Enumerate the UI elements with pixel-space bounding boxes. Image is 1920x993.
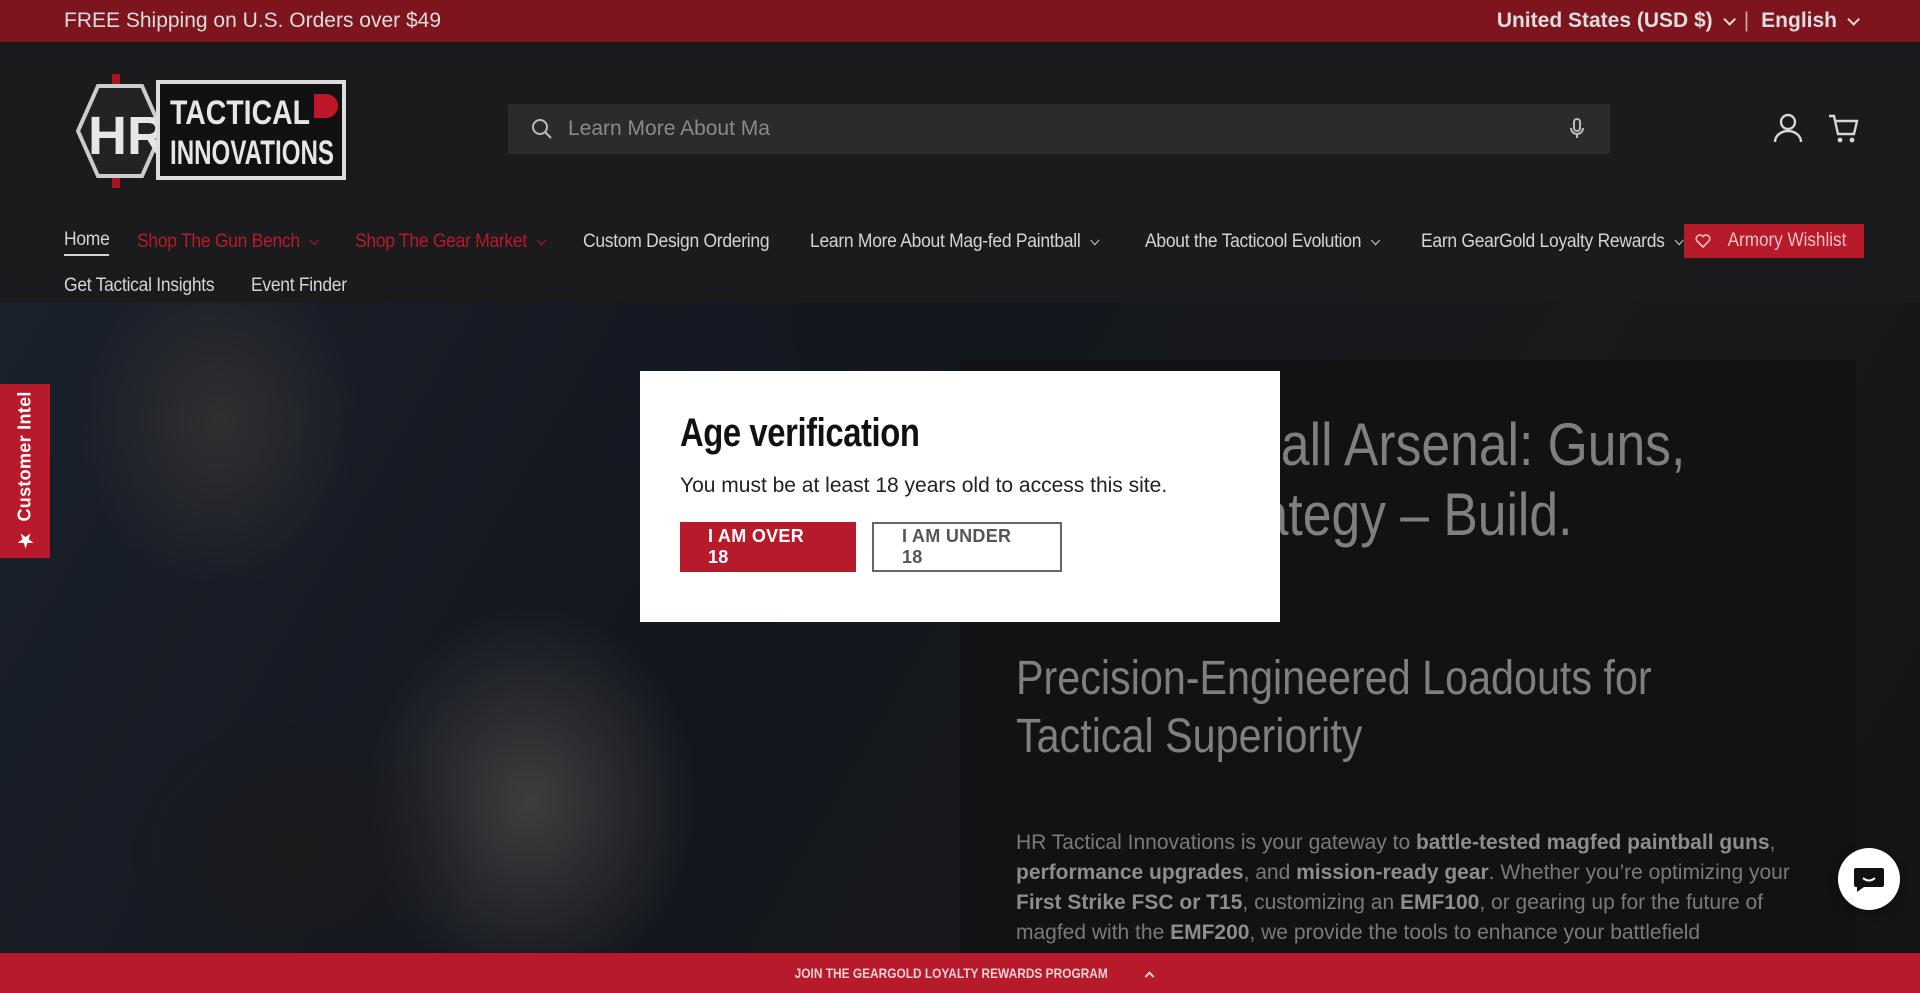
modal-actions: I AM OVER 18 I AM UNDER 18 bbox=[680, 522, 1240, 572]
modal-title: Age verification bbox=[680, 411, 920, 455]
announcement-text: FREE Shipping on U.S. Orders over $49 bbox=[64, 9, 442, 32]
svg-text:INNOVATIONS: INNOVATIONS bbox=[170, 134, 334, 172]
chevron-down-icon bbox=[1722, 12, 1736, 26]
nav-item-home[interactable]: Home bbox=[64, 229, 110, 256]
announcement-bar: FREE Shipping on U.S. Orders over $49 Un… bbox=[0, 0, 1920, 42]
customer-intel-tab[interactable]: ★ Customer Intel bbox=[0, 384, 50, 558]
language-selector[interactable]: English bbox=[1761, 9, 1860, 33]
customer-intel-label: Customer Intel bbox=[14, 391, 35, 522]
nav-item-tacticool[interactable]: About the Tacticool Evolution bbox=[1144, 231, 1380, 253]
loyalty-rewards-bar[interactable]: JOIN THE GEARGOLD LOYALTY REWARDS PROGRA… bbox=[0, 953, 1920, 993]
nav-item-label: Shop The Gear Market bbox=[355, 231, 528, 252]
chevron-down-icon bbox=[310, 234, 320, 245]
hero-body: HR Tactical Innovations is your gateway … bbox=[1016, 828, 1806, 953]
nav-item-label: Event Finder bbox=[251, 275, 348, 296]
modal-message: You must be at least 18 years old to acc… bbox=[680, 474, 1168, 497]
nav-row-primary: Home Shop The Gun Bench Shop The Gear Ma… bbox=[64, 220, 1864, 264]
language-label: English bbox=[1761, 9, 1837, 32]
hero-body-bold: mission-ready gear bbox=[1296, 861, 1489, 884]
hero-body-bold: EMF200 bbox=[1170, 921, 1250, 944]
search-icon bbox=[532, 119, 552, 139]
nav-item-custom-design[interactable]: Custom Design Ordering bbox=[583, 231, 770, 253]
chevron-down-icon bbox=[1370, 234, 1380, 245]
nav-item-label: About the Tacticool Evolution bbox=[1144, 231, 1362, 252]
search-bar[interactable] bbox=[508, 104, 1610, 154]
logo-graphic: HR TACTICAL INNOVATIONS bbox=[75, 74, 346, 188]
chevron-up-icon bbox=[1144, 970, 1155, 981]
hero-body-text: HR Tactical Innovations is your gateway … bbox=[1016, 831, 1416, 854]
nav-item-loyalty[interactable]: Earn GearGold Loyalty Rewards bbox=[1420, 231, 1684, 253]
hero-body-text: , and bbox=[1243, 861, 1297, 884]
svg-text:TACTICAL: TACTICAL bbox=[170, 94, 310, 132]
under-18-button[interactable]: I AM UNDER 18 bbox=[872, 522, 1062, 572]
main-navigation: Home Shop The Gun Bench Shop The Gear Ma… bbox=[64, 220, 1864, 308]
wishlist-label: Armory Wishlist bbox=[1727, 230, 1847, 251]
microphone-icon[interactable] bbox=[1566, 117, 1588, 141]
chevron-down-icon bbox=[1674, 234, 1684, 245]
hero-subtitle: Precision-Engineered Loadouts for Tactic… bbox=[1016, 652, 1652, 763]
chat-icon bbox=[1854, 868, 1884, 892]
nav-item-label: Custom Design Ordering bbox=[583, 231, 770, 252]
nav-item-label: Learn More About Mag-fed Paintball bbox=[809, 231, 1081, 252]
hero-body-bold: EMF100 bbox=[1399, 891, 1480, 914]
star-icon: ★ bbox=[15, 529, 35, 551]
nav-item-event-finder[interactable]: Event Finder bbox=[251, 275, 347, 297]
hero-body-bold: performance upgrades bbox=[1016, 861, 1244, 884]
site-logo[interactable]: HR TACTICAL INNOVATIONS bbox=[74, 72, 349, 190]
site-header: HR TACTICAL INNOVATIONS Home Shop bbox=[0, 42, 1920, 302]
hero-body-bold: First Strike FSC or T15 bbox=[1016, 891, 1243, 914]
nav-item-label: Home bbox=[64, 228, 110, 250]
locale-separator: | bbox=[1743, 9, 1750, 32]
cart-icon[interactable] bbox=[1826, 110, 1862, 146]
nav-item-gear-market[interactable]: Shop The Gear Market bbox=[355, 231, 547, 253]
chevron-down-icon bbox=[1847, 12, 1860, 26]
country-selector[interactable]: United States (USD $) bbox=[1496, 9, 1736, 33]
customer-intel-content: ★ Customer Intel bbox=[14, 391, 36, 551]
nav-item-label: Earn GearGold Loyalty Rewards bbox=[1420, 231, 1665, 252]
over-18-button[interactable]: I AM OVER 18 bbox=[680, 522, 856, 572]
nav-item-insights[interactable]: Get Tactical Insights bbox=[64, 275, 215, 297]
nav-item-label: Get Tactical Insights bbox=[64, 275, 215, 296]
hero-body-text: , bbox=[1769, 831, 1776, 854]
search-input[interactable] bbox=[568, 117, 1566, 141]
chat-button[interactable] bbox=[1838, 848, 1900, 910]
locale-selectors: United States (USD $) | English bbox=[1496, 9, 1860, 33]
svg-text:HR: HR bbox=[88, 106, 166, 166]
hero-body-text: , customizing an bbox=[1242, 891, 1400, 914]
nav-item-label: Shop The Gun Bench bbox=[137, 231, 301, 252]
age-verification-modal: Age verification You must be at least 18… bbox=[640, 371, 1280, 622]
nav-item-gun-bench[interactable]: Shop The Gun Bench bbox=[137, 231, 320, 253]
nav-item-mag-fed[interactable]: Learn More About Mag-fed Paintball bbox=[809, 231, 1100, 253]
account-icon[interactable] bbox=[1770, 110, 1806, 146]
chevron-down-icon bbox=[1090, 234, 1100, 245]
country-label: United States (USD $) bbox=[1496, 9, 1713, 32]
hero-body-bold: battle-tested magfed paintball guns bbox=[1415, 831, 1770, 854]
wishlist-button[interactable]: Armory Wishlist bbox=[1684, 224, 1864, 258]
hero-body-text: . Whether you’re optimizing your bbox=[1488, 861, 1790, 884]
loyalty-rewards-label: JOIN THE GEARGOLD LOYALTY REWARDS PROGRA… bbox=[794, 965, 1109, 981]
chevron-down-icon bbox=[537, 234, 547, 245]
heart-icon bbox=[1695, 234, 1711, 248]
